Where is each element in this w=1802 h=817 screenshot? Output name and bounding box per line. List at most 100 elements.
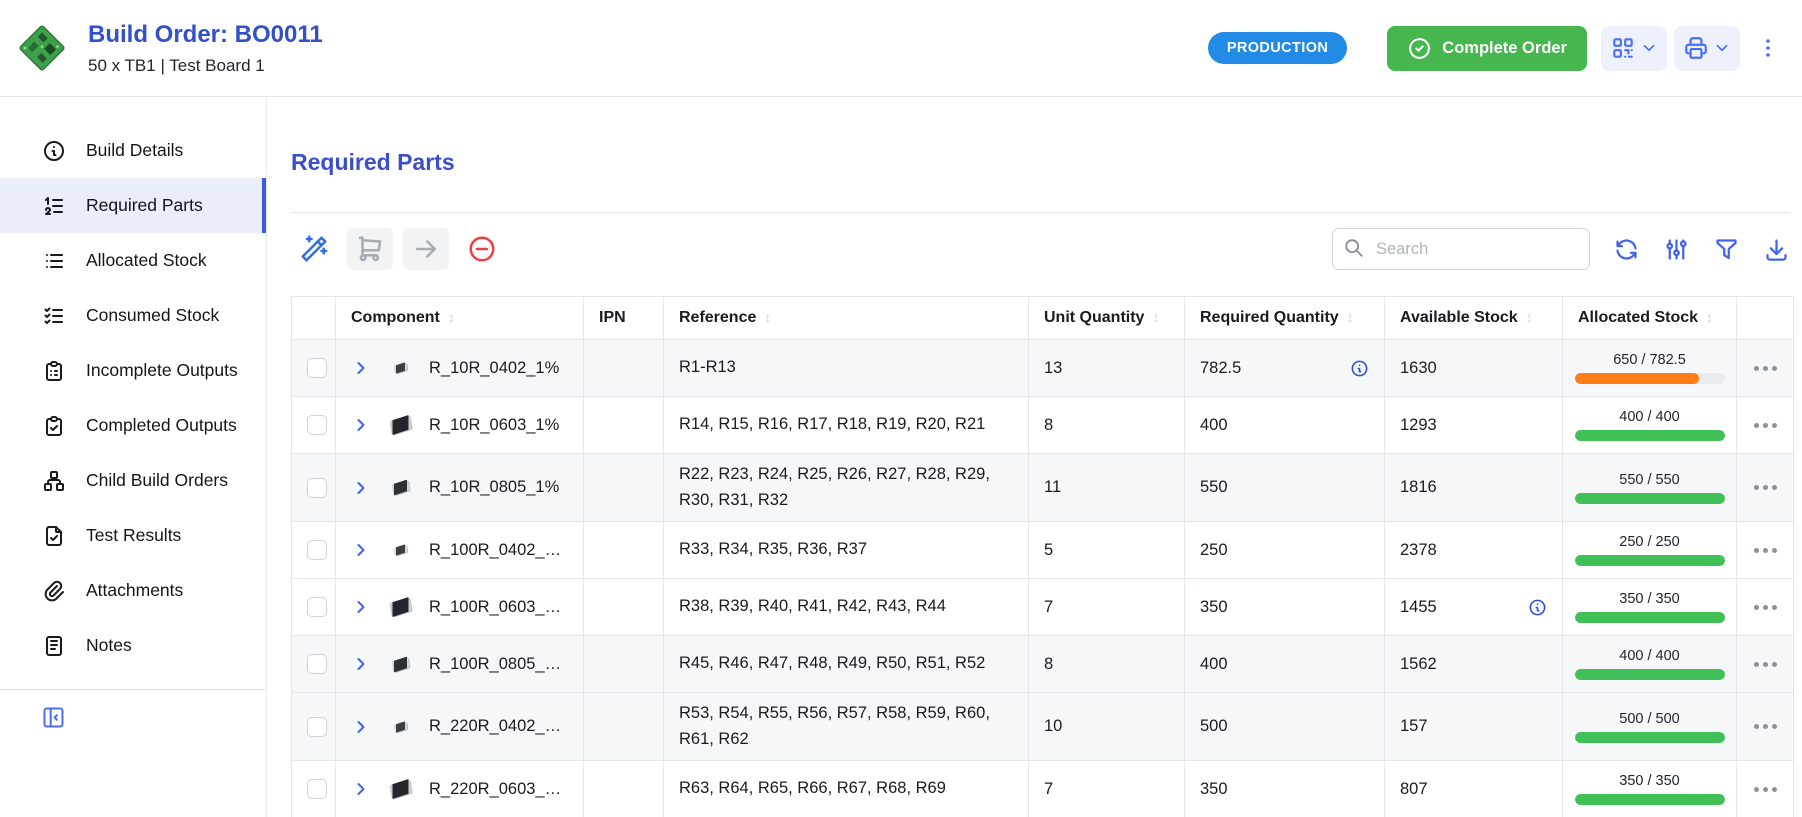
sidebar-item-label: Notes <box>86 635 132 656</box>
required-quantity-value: 400 <box>1200 416 1228 435</box>
printer-icon <box>1683 35 1709 61</box>
row-checkbox[interactable] <box>307 478 327 498</box>
dots-vertical-icon <box>1756 36 1780 60</box>
sidebar-item-incomplete-outputs[interactable]: Incomplete Outputs <box>0 343 266 398</box>
row-actions-button[interactable] <box>1752 787 1778 792</box>
filters-button[interactable] <box>1713 236 1740 263</box>
allocation-progress: 650 / 782.5 <box>1578 348 1721 388</box>
sidebar-item-attachments[interactable]: Attachments <box>0 563 266 618</box>
expand-row-button[interactable] <box>351 478 371 498</box>
sidebar-item-label: Child Build Orders <box>86 470 228 491</box>
expand-row-button[interactable] <box>351 597 371 617</box>
circle-minus-icon <box>467 234 497 264</box>
table-row: R_220R_0603_1% R63, R64, R65, R66, R67, R… <box>292 761 1794 817</box>
deallocate-stock-button[interactable] <box>459 228 505 270</box>
reference-cell: R63, R64, R65, R66, R67, R68, R69 <box>679 776 1013 802</box>
component-name[interactable]: R_10R_0805_1% <box>429 478 559 497</box>
chevron-down-icon <box>1713 39 1731 57</box>
row-checkbox[interactable] <box>307 597 327 617</box>
row-checkbox[interactable] <box>307 779 327 799</box>
search-icon <box>1343 237 1365 259</box>
sidebar-item-allocated-stock[interactable]: Allocated Stock <box>0 233 266 288</box>
row-checkbox[interactable] <box>307 415 327 435</box>
row-actions-button[interactable] <box>1752 485 1778 490</box>
info-circle-icon <box>42 139 66 163</box>
column-header-required_quantity[interactable]: Required Quantity↕ <box>1185 297 1385 340</box>
sidebar-item-test-results[interactable]: Test Results <box>0 508 266 563</box>
row-actions-button[interactable] <box>1752 423 1778 428</box>
refresh-button[interactable] <box>1613 236 1640 263</box>
row-actions-button[interactable] <box>1752 366 1778 371</box>
allocation-progress: 350 / 350 <box>1578 769 1721 809</box>
auto-allocate-button[interactable] <box>291 228 337 270</box>
sidebar-collapse-button[interactable] <box>0 704 70 731</box>
allocation-label: 400 / 400 <box>1619 648 1679 664</box>
filter-icon <box>1713 236 1740 263</box>
sidebar-item-label: Attachments <box>86 580 183 601</box>
part-thumbnail <box>385 412 415 438</box>
column-header-actions <box>1737 297 1794 340</box>
part-thumbnail <box>385 594 415 620</box>
complete-order-button[interactable]: Complete Order <box>1387 26 1587 71</box>
ipn-cell <box>584 761 664 817</box>
row-checkbox[interactable] <box>307 358 327 378</box>
ipn-cell <box>584 636 664 693</box>
info-circle-icon[interactable] <box>1350 359 1369 378</box>
component-name[interactable]: R_10R_0402_1% <box>429 359 559 378</box>
chevron-down-icon <box>1640 39 1658 57</box>
search-input[interactable] <box>1332 228 1590 270</box>
row-actions-button[interactable] <box>1752 605 1778 610</box>
component-name[interactable]: R_100R_0603_1% <box>429 598 568 617</box>
row-actions-button[interactable] <box>1752 662 1778 667</box>
expand-row-button[interactable] <box>351 779 371 799</box>
unit-quantity-cell: 13 <box>1029 340 1185 397</box>
allocation-label: 350 / 350 <box>1619 591 1679 607</box>
table-columns-button[interactable] <box>1663 236 1690 263</box>
sidebar-item-notes[interactable]: Notes <box>0 618 266 673</box>
sidebar-item-label: Incomplete Outputs <box>86 360 238 381</box>
row-actions-button[interactable] <box>1752 548 1778 553</box>
column-header-ipn: IPN <box>584 297 664 340</box>
row-checkbox[interactable] <box>307 654 327 674</box>
column-header-allocated_stock[interactable]: Allocated Stock↕ <box>1563 297 1737 340</box>
component-name[interactable]: R_100R_0402_1% <box>429 541 568 560</box>
sidebar-item-build-details[interactable]: Build Details <box>0 123 266 178</box>
barcode-actions-button[interactable] <box>1601 26 1667 71</box>
required-quantity-value: 350 <box>1200 598 1228 617</box>
info-circle-icon[interactable] <box>1528 598 1547 617</box>
column-header-component[interactable]: Component↕ <box>336 297 584 340</box>
component-name[interactable]: R_10R_0603_1% <box>429 416 559 435</box>
component-name[interactable]: R_220R_0402_1% <box>429 717 568 736</box>
available-stock-value: 1455 <box>1400 598 1437 617</box>
unit-quantity-cell: 7 <box>1029 579 1185 636</box>
row-checkbox[interactable] <box>307 540 327 560</box>
sidebar-item-child-build-orders[interactable]: Child Build Orders <box>0 453 266 508</box>
column-header-reference[interactable]: Reference↕ <box>664 297 1029 340</box>
component-name[interactable]: R_220R_0603_1% <box>429 780 568 799</box>
sidebar-item-required-parts[interactable]: Required Parts <box>0 178 266 233</box>
sidebar-item-consumed-stock[interactable]: Consumed Stock <box>0 288 266 343</box>
allocation-progress: 400 / 400 <box>1578 405 1721 445</box>
part-thumbnail <box>385 475 415 501</box>
row-checkbox[interactable] <box>307 717 327 737</box>
sidebar-item-label: Build Details <box>86 140 183 161</box>
sidebar-item-completed-outputs[interactable]: Completed Outputs <box>0 398 266 453</box>
column-header-unit_quantity[interactable]: Unit Quantity↕ <box>1029 297 1185 340</box>
list-icon <box>42 249 66 273</box>
expand-row-button[interactable] <box>351 358 371 378</box>
required-quantity-value: 400 <box>1200 655 1228 674</box>
column-header-available_stock[interactable]: Available Stock↕ <box>1385 297 1563 340</box>
component-name[interactable]: R_100R_0805_1% <box>429 655 568 674</box>
expand-row-button[interactable] <box>351 717 371 737</box>
row-actions-button[interactable] <box>1752 724 1778 729</box>
download-data-button[interactable] <box>1763 236 1790 263</box>
part-thumbnail <box>385 537 415 563</box>
overflow-menu-button[interactable] <box>1756 36 1780 60</box>
expand-row-button[interactable] <box>351 540 371 560</box>
sort-arrows-icon: ↕ <box>1347 309 1354 325</box>
expand-row-button[interactable] <box>351 654 371 674</box>
required-quantity-value: 782.5 <box>1200 359 1241 378</box>
expand-row-button[interactable] <box>351 415 371 435</box>
table-toolbar <box>291 228 1790 270</box>
print-actions-button[interactable] <box>1674 26 1740 71</box>
